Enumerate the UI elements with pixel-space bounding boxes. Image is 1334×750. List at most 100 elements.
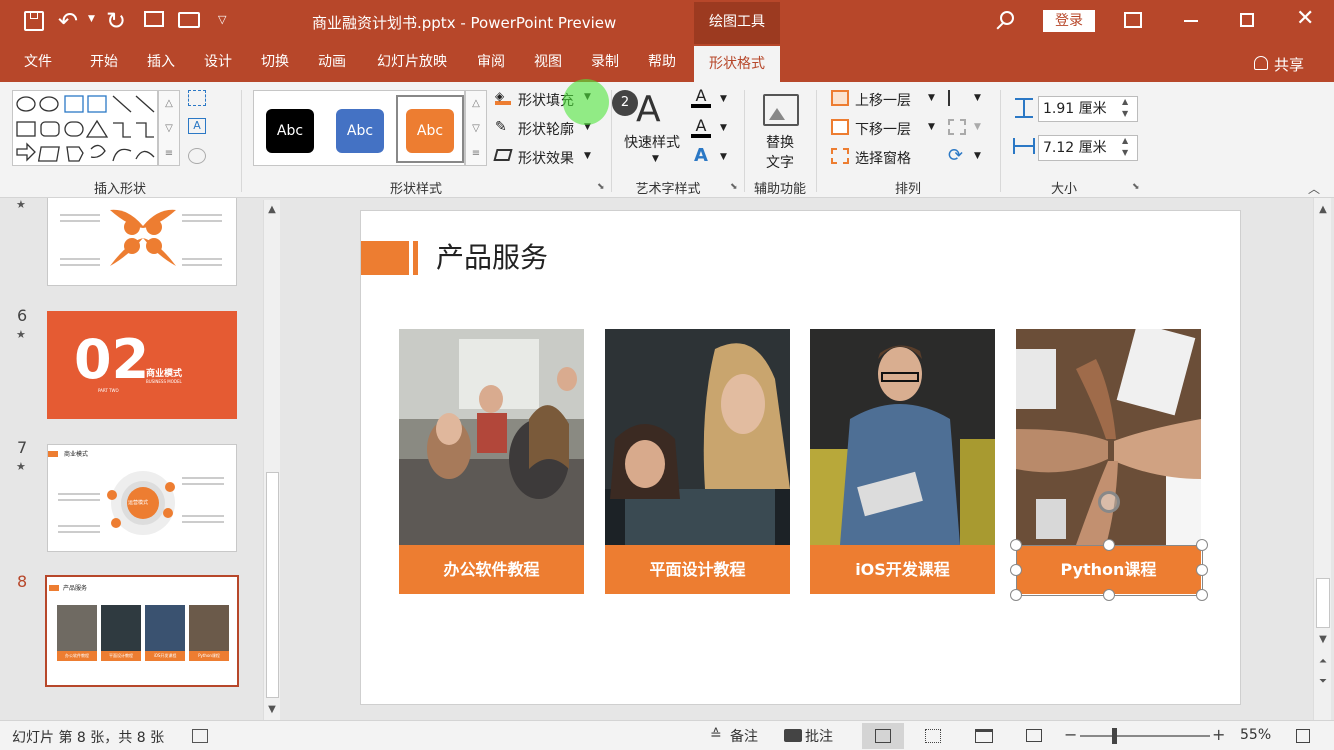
search-icon[interactable] — [996, 11, 1014, 30]
undo-dropdown-icon[interactable]: ▼ — [88, 14, 95, 24]
resize-handle-w[interactable] — [1010, 564, 1022, 576]
resize-handle-e[interactable] — [1196, 564, 1208, 576]
selection-pane-icon[interactable] — [831, 148, 849, 164]
alt-text-icon[interactable] — [763, 94, 799, 126]
shape-effects-button[interactable]: 形状效果 — [518, 148, 574, 168]
editor-scrollbar[interactable]: ▲ ▼ ⏶ ⏷ — [1313, 198, 1331, 720]
tab-slideshow[interactable]: 幻灯片放映 — [368, 44, 456, 82]
previous-slide-icon[interactable]: ⏶ — [1315, 654, 1331, 670]
quick-styles-icon[interactable]: A — [636, 90, 661, 130]
text-effects-icon[interactable]: A — [691, 146, 711, 166]
shape-styles-launcher-icon[interactable]: ⬊ — [597, 182, 605, 192]
resize-handle-sw[interactable] — [1010, 589, 1022, 601]
shape-styles-gallery[interactable]: Abc Abc Abc — [253, 90, 465, 166]
tab-file[interactable]: 文件 — [14, 44, 62, 82]
login-button[interactable]: 登录 — [1043, 10, 1095, 32]
resize-handle-nw[interactable] — [1010, 539, 1022, 551]
send-backward-icon[interactable] — [831, 119, 849, 135]
tab-help[interactable]: 帮助 — [638, 44, 686, 82]
customize-qat-icon[interactable]: ▽ — [218, 13, 226, 26]
collapse-ribbon-icon[interactable]: ︿ — [1308, 180, 1320, 197]
normal-view-button[interactable] — [862, 723, 904, 749]
shape-outline-icon[interactable]: ✎ — [495, 120, 507, 134]
text-fill-dropdown[interactable]: ▼ — [720, 94, 727, 104]
text-outline-icon[interactable]: A — [691, 118, 711, 138]
presenter-icon[interactable] — [144, 11, 164, 27]
slide-title[interactable]: 产品服务 — [436, 241, 548, 275]
send-backward-button[interactable]: 下移一层 — [855, 119, 911, 139]
shape-width-spinner[interactable]: ▲ ▼ — [1122, 135, 1128, 159]
product-card-ios-label[interactable]: iOS开发课程 — [810, 545, 995, 594]
text-fill-icon[interactable]: A — [691, 88, 711, 108]
alt-text-button-line1[interactable]: 替换 — [766, 132, 794, 152]
tab-review[interactable]: 审阅 — [467, 44, 515, 82]
notes-button[interactable]: 备注 — [730, 726, 758, 746]
notes-icon[interactable]: ≙ — [710, 727, 722, 743]
save-icon[interactable] — [24, 11, 44, 31]
thumbnail-scrollbar[interactable]: ▲ ▼ — [263, 200, 280, 720]
shape-style-blue[interactable]: Abc — [336, 109, 384, 153]
next-slide-icon[interactable]: ⏷ — [1315, 674, 1331, 690]
product-card-office-label[interactable]: 办公软件教程 — [399, 545, 584, 594]
product-card-office[interactable]: 办公软件教程 — [399, 329, 584, 594]
shape-style-orange[interactable]: Abc — [406, 109, 454, 153]
rotate-handle-icon[interactable] — [1098, 491, 1120, 513]
slide-sorter-icon[interactable] — [925, 729, 941, 743]
editor-scroll-thumb[interactable] — [1316, 578, 1330, 628]
tab-record[interactable]: 录制 — [581, 44, 629, 82]
size-launcher-icon[interactable]: ⬊ — [1132, 182, 1140, 192]
shape-effects-dropdown[interactable]: ▼ — [584, 151, 591, 161]
ribbon-display-options-icon[interactable] — [1124, 12, 1142, 28]
comments-button[interactable]: 批注 — [805, 726, 833, 746]
redo-icon[interactable]: ↻ — [106, 7, 126, 35]
text-effects-dropdown[interactable]: ▼ — [720, 152, 727, 162]
shape-styles-scroll[interactable]: △ ▽ ≡ — [465, 90, 487, 166]
fit-to-window-icon[interactable] — [1296, 729, 1310, 743]
slide-thumbnail-6[interactable]: 02 商业模式 BUSINESS MODEL PART TWO — [47, 311, 237, 419]
reading-view-icon[interactable] — [975, 729, 993, 743]
scroll-up-icon[interactable]: ▲ — [1315, 202, 1331, 218]
bring-forward-icon[interactable] — [831, 90, 849, 106]
text-outline-dropdown[interactable]: ▼ — [720, 123, 727, 133]
comments-icon[interactable] — [784, 729, 802, 742]
tab-view[interactable]: 视图 — [524, 44, 572, 82]
resize-handle-ne[interactable] — [1196, 539, 1208, 551]
slide-thumbnail-5[interactable] — [47, 198, 237, 286]
text-box-icon[interactable]: A — [188, 118, 206, 134]
selection-pane-button[interactable]: 选择窗格 — [855, 148, 911, 168]
resize-handle-se[interactable] — [1196, 589, 1208, 601]
send-backward-dropdown[interactable]: ▼ — [928, 122, 935, 132]
shapes-gallery-icons[interactable] — [13, 91, 159, 167]
bring-forward-dropdown[interactable]: ▼ — [928, 93, 935, 103]
thumbnail-scroll-thumb[interactable] — [266, 472, 279, 698]
tab-insert[interactable]: 插入 — [137, 44, 185, 82]
shapes-gallery-scroll[interactable]: △ ▽ ≡ — [158, 90, 180, 166]
resize-handle-s[interactable] — [1103, 589, 1115, 601]
align-dropdown[interactable]: ▼ — [974, 93, 981, 103]
bring-forward-button[interactable]: 上移一层 — [855, 90, 911, 110]
current-slide[interactable]: 产品服务 办公软件教程 平面设计教程 iOS开发课程 Python课程 — [360, 210, 1241, 705]
zoom-level[interactable]: 55% — [1240, 727, 1271, 743]
quick-styles-dropdown[interactable]: ▼ — [652, 154, 659, 164]
zoom-slider[interactable] — [1080, 735, 1210, 737]
undo-icon[interactable]: ↶ — [58, 7, 78, 35]
slide-thumbnail-8[interactable]: 产品服务 办公软件教程 平面设计教程 iOS开发课程 Python课程 — [45, 575, 239, 687]
spell-check-icon[interactable] — [192, 729, 208, 743]
minimize-icon[interactable] — [1184, 20, 1198, 22]
shape-effects-icon[interactable] — [493, 149, 513, 161]
rotate-dropdown[interactable]: ▼ — [974, 151, 981, 161]
tab-transitions[interactable]: 切换 — [251, 44, 299, 82]
tab-shape-format[interactable]: 形状格式 — [694, 46, 780, 82]
edit-shape-icon[interactable] — [188, 90, 206, 106]
slideshow-view-icon[interactable] — [1026, 729, 1042, 742]
rotate-icon[interactable]: ⟳ — [948, 147, 963, 165]
product-card-design-label[interactable]: 平面设计教程 — [605, 545, 790, 594]
scroll-down-icon[interactable]: ▼ — [264, 702, 280, 718]
shape-fill-icon[interactable]: ◈ — [495, 90, 511, 105]
resize-handle-n[interactable] — [1103, 539, 1115, 551]
share-icon[interactable] — [1254, 56, 1268, 70]
align-icon[interactable] — [948, 90, 966, 106]
tab-animations[interactable]: 动画 — [308, 44, 356, 82]
tab-design[interactable]: 设计 — [194, 44, 242, 82]
slide-thumbnail-7[interactable]: 商业模式 运营模式 — [47, 444, 237, 552]
